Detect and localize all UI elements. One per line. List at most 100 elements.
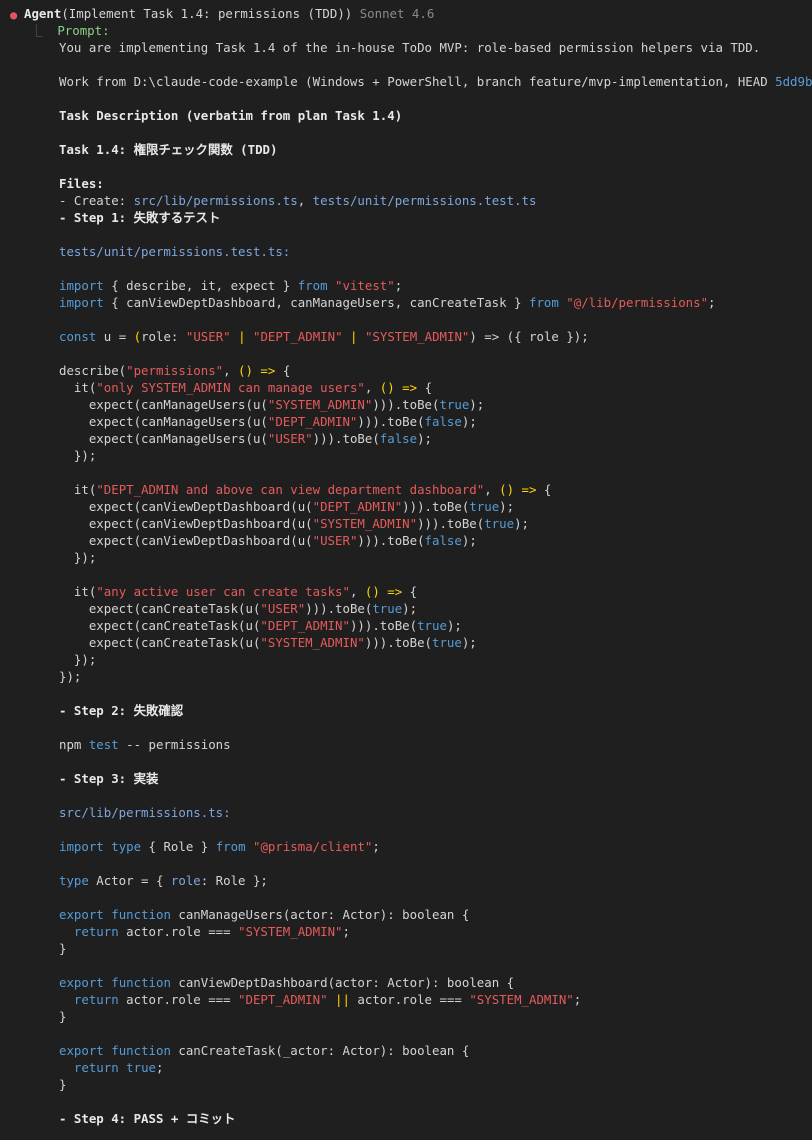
boolean-literal: true (439, 397, 470, 412)
workdir-prefix: Work from D:\claude-code-example (Window… (59, 74, 776, 89)
keyword: export (59, 975, 104, 990)
code-text: ); (417, 431, 433, 446)
code-text: ))).toBe( (312, 431, 380, 446)
string-literal: "SYSTEM_ADMIN" (312, 516, 418, 531)
code-text: { (536, 482, 552, 497)
code-text: ))).toBe( (349, 618, 418, 633)
code-text: ))).toBe( (402, 499, 470, 514)
code-text: ; (342, 924, 350, 939)
code-line: expect(canCreateTask(u("SYSTEM_ADMIN")))… (59, 634, 477, 651)
string-literal: "any active user can create tasks" (96, 584, 350, 599)
code-line: export function canViewDeptDashboard(act… (59, 974, 514, 991)
string-literal: "DEPT_ADMIN" (253, 329, 343, 344)
code-line: return true; (59, 1059, 164, 1076)
code-line: return actor.role === "SYSTEM_ADMIN"; (59, 923, 350, 940)
code-text: expect(canViewDeptDashboard(u( (59, 516, 313, 531)
code-line: import { describe, it, expect } from "vi… (59, 277, 402, 294)
code-line: }); (59, 669, 82, 684)
code-text: describe( (59, 363, 127, 378)
code-text: ); (461, 414, 477, 429)
property-name: role (170, 873, 201, 888)
code-line: }); (59, 550, 97, 565)
boolean-literal: false (424, 533, 462, 548)
code-line: return actor.role === "DEPT_ADMIN" || ac… (59, 991, 581, 1008)
boolean-literal: true (432, 635, 462, 650)
code-line: } (59, 941, 67, 956)
operator: | (342, 329, 365, 344)
create-sep: , (297, 193, 313, 208)
code-line: it("any active user can create tasks", (… (59, 583, 417, 600)
code-text: Actor = { (88, 873, 171, 888)
code-line: expect(canCreateTask(u("DEPT_ADMIN"))).t… (59, 617, 462, 634)
code-text: , (364, 380, 380, 395)
intro-text: You are implementing Task 1.4 of the in-… (59, 40, 761, 55)
agent-transcript: ● Agent(Implement Task 1.4: permissions … (0, 0, 812, 1140)
code-line: describe("permissions", () => { (59, 362, 290, 379)
string-literal: "@prisma/client" (253, 839, 373, 854)
tree-branch-icon: ⎿ (30, 23, 43, 38)
agent-description: (Implement Task 1.4: permissions (TDD)) (61, 6, 353, 21)
code-text: expect(canCreateTask(u( (59, 618, 261, 633)
code-text: ))).toBe( (417, 516, 485, 531)
code-text: npm (59, 737, 89, 752)
string-literal: "DEPT_ADMIN and above can view departmen… (96, 482, 485, 497)
code-line: expect(canManageUsers(u("DEPT_ADMIN"))).… (59, 413, 477, 430)
code-text: canManageUsers(actor: Actor): boolean { (170, 907, 470, 922)
code-text: expect(canCreateTask(u( (59, 635, 261, 650)
code-line: import { canViewDeptDashboard, canManage… (59, 294, 716, 311)
files-label: Files: (59, 176, 104, 191)
bracket: ( (133, 329, 142, 344)
string-literal: "SYSTEM_ADMIN" (364, 329, 470, 344)
code-line: export function canCreateTask(_actor: Ac… (59, 1042, 469, 1059)
code-text: expect(canManageUsers(u( (59, 431, 268, 446)
code-text: actor.role === (118, 992, 239, 1007)
keyword: const (59, 329, 97, 344)
keyword: from (215, 839, 246, 854)
status-dot-icon: ● (10, 8, 18, 22)
code-line: }); (59, 652, 97, 667)
string-literal: "SYSTEM_ADMIN" (260, 635, 365, 650)
keyword: test (88, 737, 119, 752)
code-text: ; (573, 992, 582, 1007)
code-text: expect(canViewDeptDashboard(u( (59, 499, 313, 514)
code-text: ; (708, 295, 716, 310)
string-literal: "SYSTEM_ADMIN" (469, 992, 574, 1007)
agent-label: Agent (24, 6, 62, 21)
keyword: function (111, 1043, 171, 1058)
keyword: import (59, 839, 104, 854)
string-literal: "USER" (267, 431, 313, 446)
code-text: ); (499, 499, 515, 514)
string-literal: "USER" (260, 601, 306, 616)
keyword: type (59, 873, 89, 888)
code-line: } (59, 1077, 67, 1092)
string-literal: "DEPT_ADMIN" (260, 618, 350, 633)
code-line: it("DEPT_ADMIN and above can view depart… (59, 481, 551, 498)
string-literal: "SYSTEM_ADMIN" (238, 924, 343, 939)
keyword: return (59, 1060, 119, 1075)
code-text: -- permissions (118, 737, 231, 752)
bracket: () => (364, 584, 403, 599)
keyword: function (111, 907, 171, 922)
code-line: expect(canViewDeptDashboard(u("SYSTEM_AD… (59, 515, 529, 532)
code-text: ); (402, 601, 418, 616)
code-line: import type { Role } from "@prisma/clien… (59, 838, 380, 855)
code-text: canCreateTask(_actor: Actor): boolean { (170, 1043, 470, 1058)
operator: | (230, 329, 254, 344)
bracket: () => (238, 363, 276, 378)
boolean-literal: true (469, 499, 500, 514)
code-text: expect(canManageUsers(u( (59, 397, 268, 412)
boolean-literal: false (424, 414, 462, 429)
keyword: return (59, 992, 119, 1007)
code-text: ); (469, 397, 485, 412)
code-text: { (275, 363, 291, 378)
string-literal: "SYSTEM_ADMIN" (267, 397, 373, 412)
boolean-literal: true (484, 516, 515, 531)
keyword: from (528, 295, 559, 310)
keyword: from (297, 278, 328, 293)
workdir-line: Work from D:\claude-code-example (Window… (59, 73, 812, 90)
code-line: expect(canViewDeptDashboard(u("USER"))).… (59, 532, 477, 549)
bracket: () => (379, 380, 418, 395)
code-text: ); (446, 618, 462, 633)
code-text: actor.role === (357, 992, 470, 1007)
boolean-literal: true (118, 1060, 156, 1075)
